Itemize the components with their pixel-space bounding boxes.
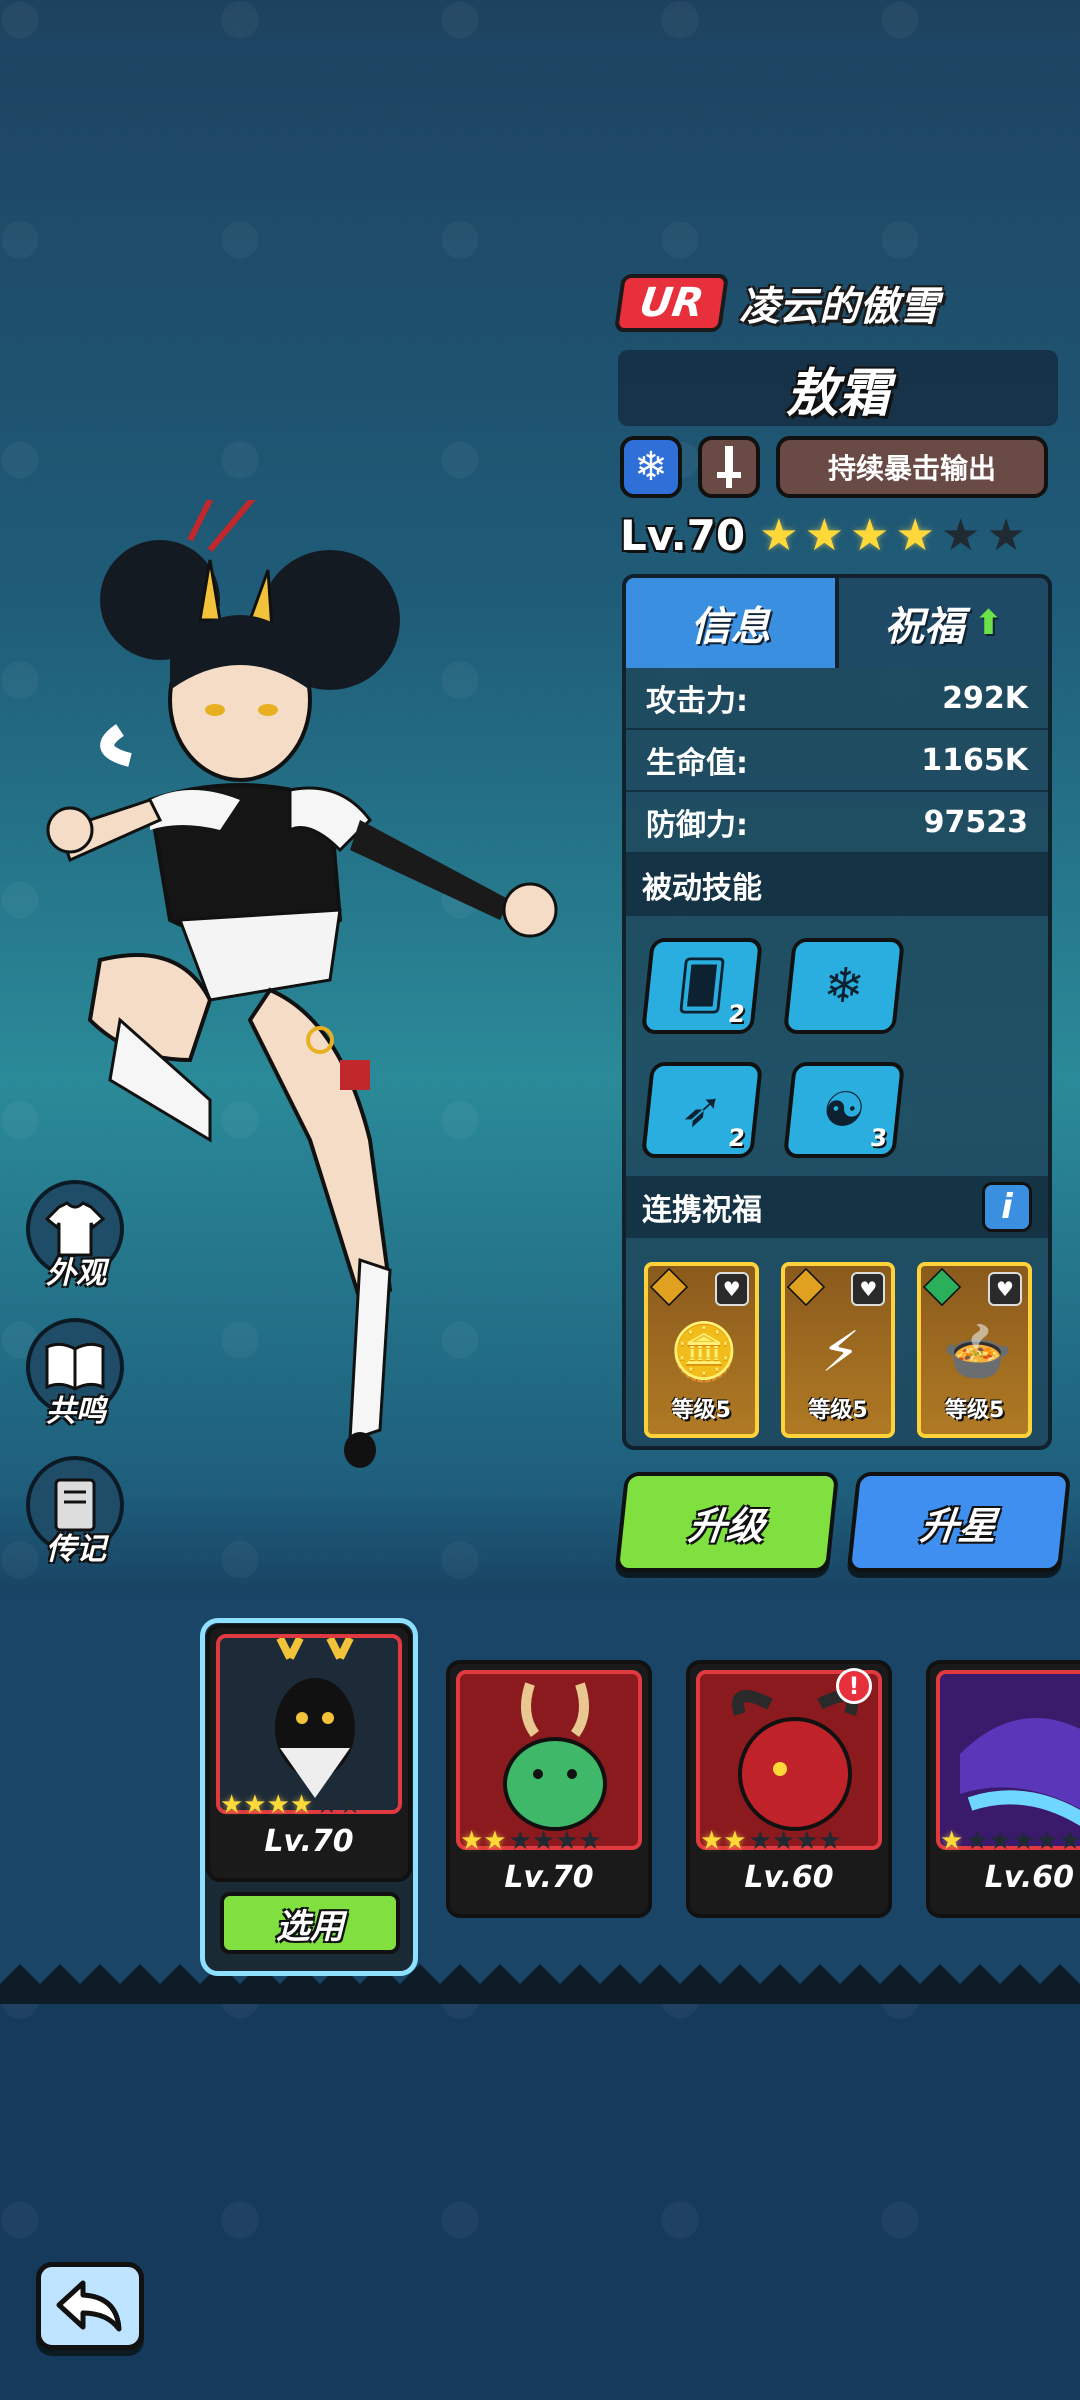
star-filled-icon: ★ [804,510,845,561]
synergy-header: 连携祝福 i [626,1176,1048,1238]
side-label: 共鸣 [46,1394,106,1429]
stat-value: 292K [942,680,1028,716]
star-filled-icon: ★ [850,510,890,561]
card-level: Lv.70 [264,1824,354,1859]
roster-card[interactable]: ★★ ★★★★ Lv.70 [446,1660,652,1918]
hero-tags: ❄ 持续暴击输出 [620,436,1048,498]
card-stars: ★★★★★★ [700,1826,842,1856]
synergy-card[interactable]: ♥ 🪙 等级5 [644,1262,759,1438]
hero-level: Lv.70 [620,511,746,560]
heart-icon: ♥ [714,1272,749,1306]
card-level: Lv.60 [984,1860,1074,1895]
tab-blessing-label: 祝福 [884,604,965,650]
side-label: 外观 [46,1256,106,1291]
info-button[interactable]: i [982,1182,1032,1232]
claw-icon[interactable]: ➶ 2 [640,1062,764,1158]
select-hero-button[interactable]: 选用 [220,1892,400,1954]
synergy-title: 连携祝福 [642,1193,762,1228]
role-tag[interactable]: 持续暴击输出 [776,436,1048,498]
side-label: 传记 [46,1532,106,1567]
dragon-head-icon[interactable]: ☯ 3 [782,1062,906,1158]
stat-value: 1165K [921,742,1028,778]
card-stars: ★★★★★★ [460,1826,602,1856]
rarity-badge: UR [613,274,730,332]
resonance-button[interactable]: 共鸣 [26,1318,126,1429]
stat-label: 攻击力: [646,684,748,719]
card-stars: ★★★★★★ [940,1826,1080,1856]
stat-value: 97523 [923,804,1028,840]
tab-info[interactable]: 信息 [626,578,839,668]
synergy-level: 等级5 [671,1398,731,1423]
hero-header: UR 凌云的傲雪 [613,274,940,332]
tab-info-label: 信息 [690,604,771,650]
lightning-orb-icon: ⚡ [821,1319,861,1385]
passive-skills-list: 🂠 2 ❄ ➶ 2 ☯ 3 [626,916,1048,1168]
hero-title: 凌云的傲雪 [739,284,940,330]
gold-bars-icon: 🪙 [669,1320,739,1385]
sword-icon[interactable] [698,436,760,498]
back-arrow-icon [56,2280,122,2332]
synergy-level: 等级5 [808,1398,868,1423]
card-level: Lv.60 [744,1860,834,1895]
synergy-list: ♥ 🪙 等级5 ♥ ⚡ 等级5 ♥ 🍲 等级5 [626,1238,1048,1446]
alert-badge: ! [836,1668,872,1704]
upgrade-arrow-icon: ⬆ [974,603,1003,643]
stat-label: 生命值: [646,746,748,781]
stat-row-attack: 攻击力: 292K [626,668,1048,730]
star-filled-icon: ★ [895,510,935,561]
star-empty-icon: ★ [940,510,981,561]
level-row: Lv.70 ★ ★ ★ ★ ★ ★ [620,510,1026,561]
food-plate-icon: 🍲 [942,1320,1013,1385]
rank-diamond-icon [649,1267,689,1307]
star-up-button[interactable]: 升星 [846,1472,1072,1572]
star-empty-icon: ★ [986,510,1026,561]
hero-name: 敖霜 [785,363,890,424]
green-dragon-icon [456,1670,642,1850]
tab-blessing[interactable]: 祝福 ⬆ [839,578,1048,668]
action-buttons: 升级 升星 [614,1472,1072,1572]
synergy-level: 等级5 [945,1398,1005,1423]
hero-name-bar: 敖霜 [618,350,1058,426]
hero-info-panel: 信息 祝福 ⬆ 攻击力: 292K 生命值: 1165K 防御力: 97523 … [622,574,1052,1450]
synergy-card[interactable]: ♥ ⚡ 等级5 [780,1262,896,1438]
heart-icon: ♥ [988,1272,1023,1306]
passive-skills-title: 被动技能 [642,871,762,906]
biography-button[interactable]: 传记 [26,1456,126,1567]
skill-count: 3 [868,1124,889,1152]
synergy-card[interactable]: ♥ 🍲 等级5 [917,1262,1033,1438]
white-deer-icon [216,1634,402,1814]
star-filled-icon: ★ [759,510,799,561]
back-button[interactable] [36,2262,144,2350]
cards-icon[interactable]: 🂠 2 [640,938,764,1034]
appearance-button[interactable]: 外观 [26,1180,126,1291]
passive-skills-header: 被动技能 [626,854,1048,916]
rank-diamond-icon [923,1267,962,1307]
snowflake-icon[interactable]: ❄ [620,436,682,498]
hero-star-rating: ★ ★ ★ ★ ★ ★ [759,510,1026,561]
roster-card[interactable]: ★ ★★★★★ Lv.60 [926,1660,1080,1918]
skill-count: 2 [726,1124,747,1152]
rank-diamond-icon [786,1267,825,1307]
stat-label: 防御力: [646,808,748,843]
purple-dragon-icon [936,1670,1080,1850]
heart-icon: ♥ [851,1272,886,1306]
upgrade-button[interactable]: 升级 [614,1472,840,1572]
stat-row-defense: 防御力: 97523 [626,792,1048,854]
roster-card[interactable]: ! ★★ ★★★★ Lv.60 [686,1660,892,1918]
roster-spiked-edge [0,1960,1080,2004]
stat-row-hp: 生命值: 1165K [626,730,1048,792]
card-stars: ★★★★★★ [220,1790,362,1820]
info-tabs: 信息 祝福 ⬆ [626,578,1048,668]
snowflake-icon[interactable]: ❄ [782,938,906,1034]
card-level: Lv.70 [504,1860,594,1895]
skill-count: 2 [726,1000,747,1028]
roster-card-selected[interactable]: ★★★★ ★★ Lv.70 [206,1624,412,1882]
